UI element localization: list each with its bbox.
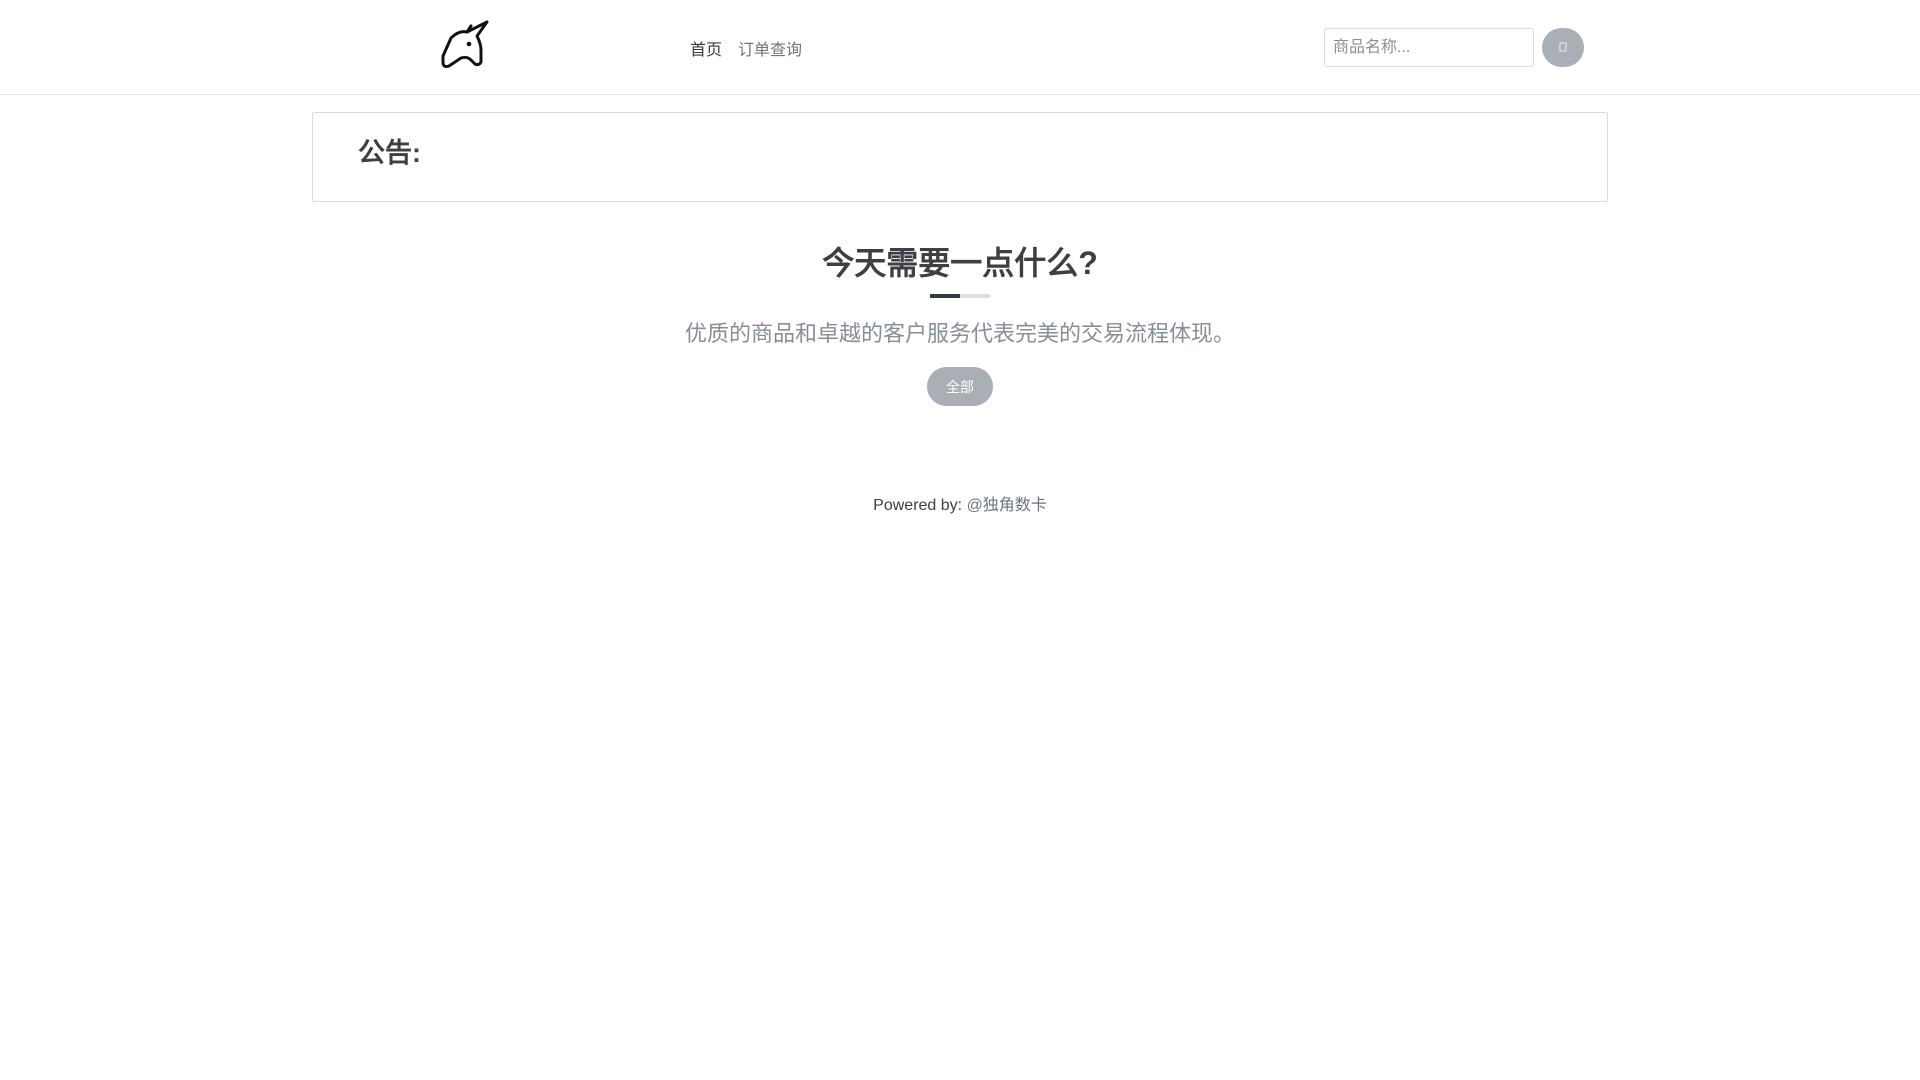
nav-home-link[interactable]: 首页	[690, 36, 722, 60]
unicorn-logo-icon[interactable]	[437, 20, 493, 72]
category-all-button[interactable]: 全部	[927, 367, 993, 406]
announcement-title: 公告:	[358, 138, 421, 168]
hero-title: 今天需要一点什么?	[822, 245, 1098, 281]
site-header: 首页 订单查询	[0, 0, 1920, 95]
search-button[interactable]	[1542, 28, 1584, 67]
search-input[interactable]	[1324, 28, 1534, 67]
search-icon	[1559, 40, 1567, 55]
main-nav: 首页 订单查询	[690, 36, 802, 60]
site-footer: Powered by: @独角数卡	[0, 491, 1920, 515]
nav-order-query-link[interactable]: 订单查询	[738, 36, 802, 60]
footer-powered-by: Powered by:	[873, 497, 963, 514]
footer-brand-link[interactable]: @独角数卡	[967, 497, 1047, 514]
announcement-box: 公告:	[312, 112, 1608, 202]
hero-subtitle: 优质的商品和卓越的客户服务代表完美的交易流程体现。	[684, 321, 1235, 346]
title-divider	[930, 294, 990, 298]
